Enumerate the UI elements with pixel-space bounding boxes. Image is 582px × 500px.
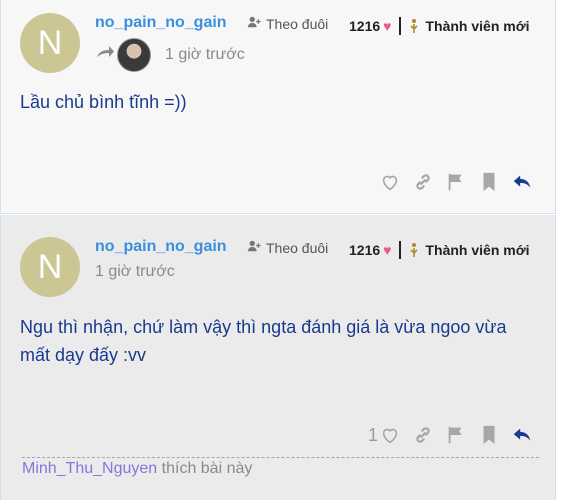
follow-label: Theo đuôi (266, 239, 329, 256)
username-link[interactable]: no_pain_no_gain (95, 14, 227, 32)
avatar[interactable]: N (20, 237, 80, 297)
heart-icon: ♥ (383, 18, 392, 34)
flag-button[interactable] (445, 424, 467, 446)
liked-by-text: thích bài này (157, 460, 253, 477)
follow-label: Theo đuôi (266, 15, 329, 32)
divider (399, 17, 402, 35)
reply-to-avatar[interactable] (117, 38, 151, 72)
heart-icon: ♥ (383, 242, 392, 258)
divider (399, 241, 402, 259)
user-badge-label[interactable]: Thành viên mới (425, 242, 529, 258)
copy-link-button[interactable] (412, 424, 434, 446)
user-stats: 1216 ♥ Thành viên mới (349, 17, 530, 35)
post-1: N no_pain_no_gain Theo đuôi 1216 ♥ Thành… (0, 0, 556, 214)
reply-button[interactable] (511, 424, 533, 446)
heart-icon (382, 428, 398, 444)
flag-icon (448, 173, 462, 191)
flag-icon (448, 426, 462, 444)
post-actions: 1 (368, 424, 533, 446)
reply-icon (513, 428, 531, 441)
like-count[interactable]: 1 (368, 425, 378, 446)
bookmark-icon (483, 425, 495, 445)
add-user-icon (247, 15, 261, 32)
bookmark-button[interactable] (478, 171, 500, 193)
reply-arrow-icon (95, 45, 115, 66)
flag-button[interactable] (445, 171, 467, 193)
score-count: 1216 (349, 18, 381, 34)
post-content: Ngu thì nhận, chứ làm vậy thì ngta đánh … (20, 317, 507, 365)
liked-by: Minh_Thu_Nguyen thích bài này (22, 457, 539, 478)
reply-to-indicator[interactable]: 1 giờ trước (95, 38, 245, 72)
badge-icon (409, 18, 419, 34)
link-icon (416, 174, 430, 190)
reply-button[interactable] (511, 171, 533, 193)
like-button[interactable] (379, 424, 401, 446)
post-time[interactable]: 1 giờ trước (95, 263, 175, 281)
avatar[interactable]: N (20, 13, 80, 73)
badge-icon (409, 242, 419, 258)
post-time[interactable]: 1 giờ trước (165, 46, 245, 64)
follow-button[interactable]: Theo đuôi (247, 239, 328, 256)
copy-link-button[interactable] (412, 171, 434, 193)
username-link[interactable]: no_pain_no_gain (95, 238, 227, 256)
liked-by-user-link[interactable]: Minh_Thu_Nguyen (22, 460, 157, 477)
reply-icon (513, 175, 531, 188)
like-button[interactable] (379, 171, 401, 193)
add-user-icon (247, 239, 261, 256)
user-badge-label[interactable]: Thành viên mới (425, 18, 529, 34)
post-2: N no_pain_no_gain Theo đuôi 1216 ♥ Thành… (0, 215, 556, 500)
bookmark-icon (483, 172, 495, 192)
heart-icon (382, 175, 398, 191)
post-content: Lầu chủ bình tĩnh =)) (20, 92, 187, 112)
bookmark-button[interactable] (478, 424, 500, 446)
post-actions (379, 171, 533, 193)
score-count: 1216 (349, 242, 381, 258)
follow-button[interactable]: Theo đuôi (247, 15, 328, 32)
link-icon (416, 427, 430, 443)
user-stats: 1216 ♥ Thành viên mới (349, 241, 530, 259)
